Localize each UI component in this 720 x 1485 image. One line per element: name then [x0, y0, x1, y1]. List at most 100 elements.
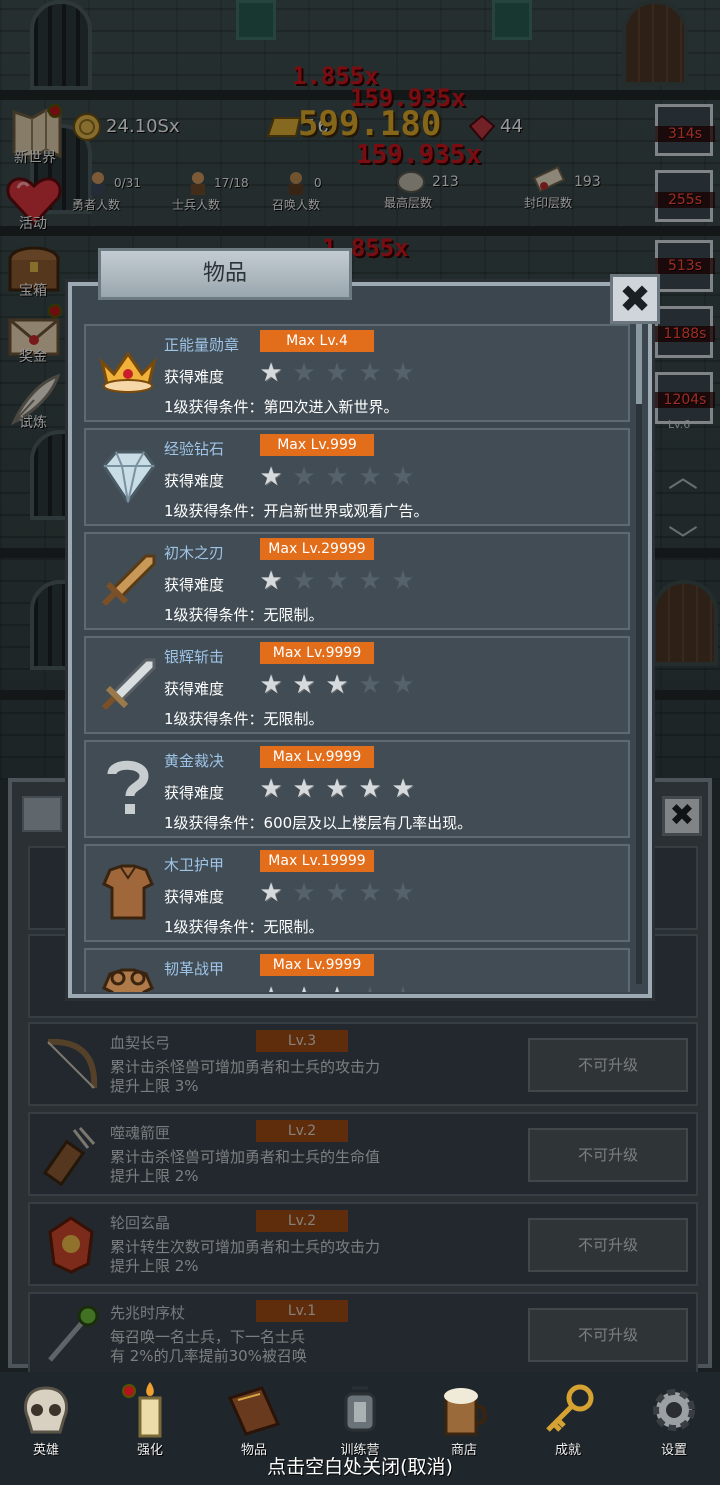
star-empty-icon: ★: [358, 566, 382, 596]
star-empty-icon: ★: [391, 462, 415, 492]
star-filled-icon: ★: [259, 358, 283, 388]
item-max-level: Max Lv.4: [260, 330, 374, 352]
star-empty-icon: ★: [325, 462, 349, 492]
star-empty-icon: ★: [292, 358, 316, 388]
star-empty-icon: ★: [358, 670, 382, 700]
modal-title: 物品: [98, 248, 352, 300]
star-empty-icon: ★: [391, 566, 415, 596]
diamond-icon: [102, 450, 156, 505]
star-empty-icon: ★: [358, 358, 382, 388]
item-name: 黄金裁决: [164, 752, 225, 770]
star-filled-icon: ★: [259, 878, 283, 908]
skull-icon: [23, 1386, 69, 1434]
item-max-level: Max Lv.9999: [260, 954, 374, 976]
crown-icon: [99, 351, 157, 393]
star-filled-icon: ★: [358, 774, 382, 804]
item-card[interactable]: 经验钻石 Max Lv.999 获得难度 ★ ★ ★ ★ ★ 1级获得条件：开启新世界或…: [84, 428, 630, 526]
item-max-level: Max Lv.999: [260, 434, 374, 456]
notification-dot: [122, 1384, 136, 1398]
item-condition: 1级获得条件：无限制。: [164, 918, 324, 936]
nav-heroes[interactable]: 英雄: [6, 1380, 86, 1460]
silver-sword-icon: [101, 658, 156, 711]
star-empty-icon: ★: [358, 462, 382, 492]
item-name: 木卫护甲: [164, 856, 225, 874]
lantern-icon: [344, 1386, 376, 1432]
question-mark-icon: [107, 760, 149, 814]
difficulty-stars: ★ ★ ★ ★ ★: [258, 360, 423, 386]
item-condition: 1级获得条件：第四次进入新世界。: [164, 398, 399, 416]
star-empty-icon: ★: [292, 878, 316, 908]
star-empty-icon: ★: [292, 566, 316, 596]
difficulty-label: 获得难度: [164, 784, 225, 802]
item-max-level: Max Lv.19999: [260, 850, 374, 872]
star-filled-icon: ★: [291, 984, 317, 992]
item-condition: 1级获得条件：无限制。: [164, 606, 324, 624]
difficulty-label: 获得难度: [164, 576, 225, 594]
nav-shop[interactable]: 商店: [424, 1380, 504, 1460]
item-list-scrollbar[interactable]: [636, 324, 642, 984]
difficulty-stars: ★ ★ ★ ★ ★: [258, 880, 423, 906]
item-card[interactable]: 黄金裁决 Max Lv.9999 获得难度 ★ ★ ★ ★ ★ 1级获得条件：600层及…: [84, 740, 630, 838]
item-name: 初木之刃: [164, 544, 225, 562]
wooden-sword-icon: [101, 554, 156, 607]
items-modal: 正能量勋章 Max Lv.4 获得难度 ★ ★ ★ ★ ★ 1级获得条件：第四次进入新世…: [68, 282, 652, 998]
item-name: 韧革战甲: [164, 960, 225, 978]
star-filled-icon: ★: [259, 774, 283, 804]
item-max-level: Max Lv.9999: [260, 746, 374, 768]
star-empty-icon: ★: [391, 358, 415, 388]
star-empty-icon: ★: [292, 462, 316, 492]
star-filled-icon: ★: [391, 774, 415, 804]
difficulty-label: 获得难度: [164, 472, 225, 490]
item-condition: 1级获得条件：600层及以上楼层有几率出现。: [164, 814, 473, 832]
item-name: 银辉斩击: [164, 648, 225, 666]
star-empty-icon: ★: [325, 566, 349, 596]
item-condition: 1级获得条件：无限制。: [164, 710, 324, 728]
modal-close-button[interactable]: ✖: [610, 274, 660, 324]
difficulty-label: 获得难度: [164, 990, 224, 992]
star-empty-icon: ★: [391, 670, 415, 700]
nav-items[interactable]: 物品: [214, 1380, 294, 1460]
nav-training-camp[interactable]: 训练营: [320, 1380, 400, 1460]
nav-achievements[interactable]: 成就: [528, 1380, 608, 1460]
item-max-level: Max Lv.29999: [260, 538, 374, 560]
item-card[interactable]: 正能量勋章 Max Lv.4 获得难度 ★ ★ ★ ★ ★ 1级获得条件：第四次进入新世…: [84, 324, 630, 422]
star-filled-icon: ★: [258, 984, 284, 992]
item-name: 经验钻石: [164, 440, 225, 458]
star-filled-icon: ★: [259, 670, 283, 700]
item-list[interactable]: 正能量勋章 Max Lv.4 获得难度 ★ ★ ★ ★ ★ 1级获得条件：第四次进入新世…: [84, 324, 632, 992]
difficulty-stars: ★ ★ ★ ★ ★: [258, 776, 423, 802]
leather-armor-icon: [102, 968, 154, 992]
scrollbar-thumb[interactable]: [636, 324, 642, 404]
nav-enhance[interactable]: 强化: [110, 1380, 190, 1460]
difficulty-label: 获得难度: [164, 680, 225, 698]
star-filled-icon: ★: [325, 774, 349, 804]
item-name: 正能量勋章: [164, 336, 240, 354]
difficulty-stars: ★ ★ ★ ★ ★: [258, 568, 423, 594]
star-filled-icon: ★: [325, 670, 349, 700]
item-max-level: Max Lv.9999: [260, 642, 374, 664]
star-empty-icon: ★: [358, 878, 382, 908]
difficulty-label: 获得难度: [164, 368, 225, 386]
star-filled-icon: ★: [259, 566, 283, 596]
difficulty-label: 获得难度: [164, 888, 225, 906]
item-card[interactable]: 初木之刃 Max Lv.29999 获得难度 ★ ★ ★ ★ ★ 1级获得条件：无限制。: [84, 532, 630, 630]
star-filled-icon: ★: [292, 670, 316, 700]
item-condition: 1级获得条件：开启新世界或观看广告。: [164, 502, 429, 520]
star-empty-icon: ★: [357, 984, 383, 992]
star-empty-icon: ★: [391, 878, 415, 908]
candle-icon: [138, 1382, 162, 1438]
key-icon: [546, 1384, 594, 1432]
item-card[interactable]: 银辉斩击 Max Lv.9999 获得难度 ★ ★ ★ ★ ★ 1级获得条件：无限制。: [84, 636, 630, 734]
book-icon: [227, 1386, 281, 1436]
star-empty-icon: ★: [390, 984, 416, 992]
gear-icon: [653, 1389, 695, 1431]
item-card[interactable]: 木卫护甲 Max Lv.19999 获得难度 ★ ★ ★ ★ ★ 1级获得条件：无限制。: [84, 844, 630, 942]
star-empty-icon: ★: [325, 358, 349, 388]
star-filled-icon: ★: [259, 462, 283, 492]
difficulty-stars: ★ ★ ★ ★ ★: [258, 984, 423, 992]
star-empty-icon: ★: [325, 878, 349, 908]
item-card[interactable]: 韧革战甲 Max Lv.9999 获得难度 ★ ★ ★ ★ ★: [84, 948, 630, 992]
mug-icon: [444, 1388, 487, 1436]
star-filled-icon: ★: [324, 984, 350, 992]
nav-settings[interactable]: 设置: [634, 1380, 714, 1460]
